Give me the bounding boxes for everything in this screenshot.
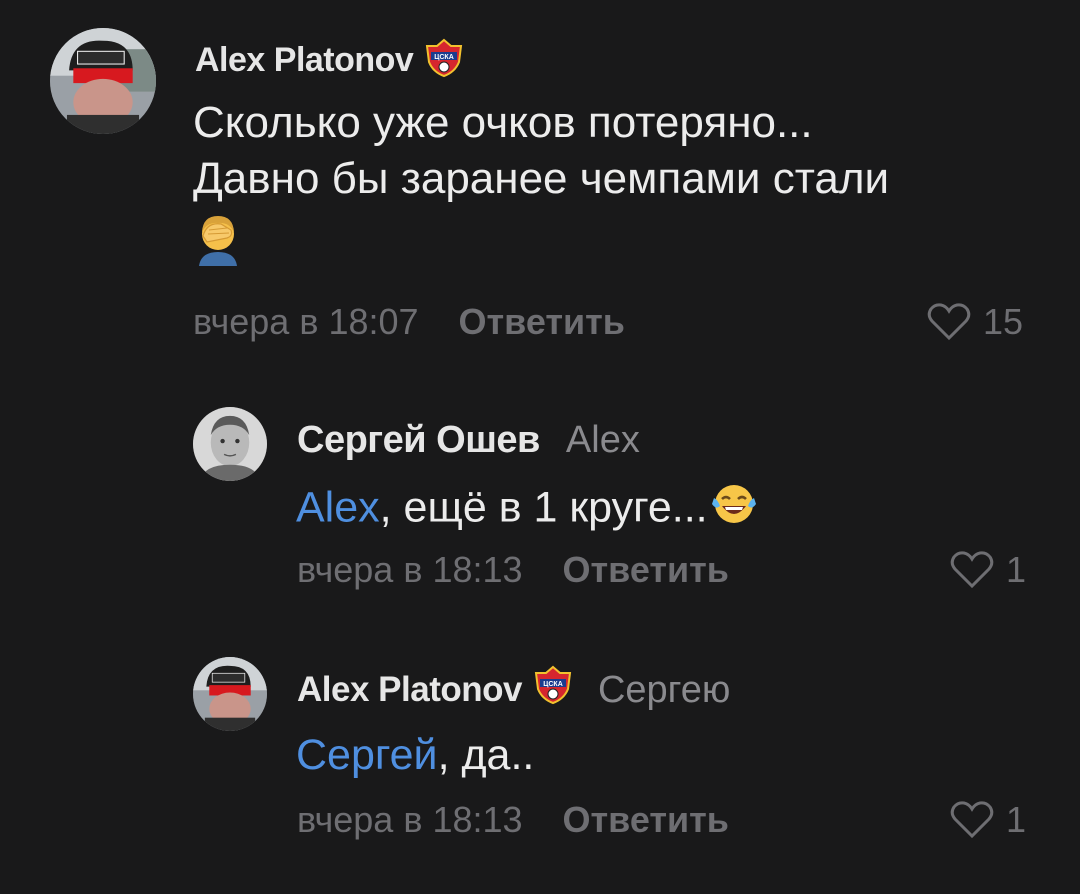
comment-meta: вчера в 18:13 Ответить <box>297 799 729 841</box>
facepalm-emoji-icon <box>193 212 243 279</box>
svg-text:ЦСКА: ЦСКА <box>543 681 563 688</box>
reply-comment: Alex Platonov ЦСКА Сергею Сергей, да.. в… <box>0 650 1080 860</box>
like-button[interactable]: 1 <box>950 799 1027 840</box>
comment-text-line: Сколько уже очков потеряно... <box>193 98 813 147</box>
like-count: 1 <box>1006 549 1027 590</box>
author-name[interactable]: Alex Platonov <box>195 41 414 80</box>
user-avatar-image <box>50 28 156 134</box>
timestamp: вчера в 18:13 <box>297 549 523 590</box>
timestamp: вчера в 18:07 <box>193 301 419 342</box>
user-avatar-image <box>193 657 267 731</box>
author-name[interactable]: Alex Platonov <box>297 670 522 710</box>
svg-text:ЦСКА: ЦСКА <box>435 54 455 61</box>
like-count: 1 <box>1006 799 1027 840</box>
comment-meta: вчера в 18:13 Ответить <box>297 549 729 591</box>
reply-to-name[interactable]: Alex <box>566 419 640 462</box>
comment: Alex Platonov ЦСКА Сколько уже очков пот… <box>0 0 1080 360</box>
reply-to-name[interactable]: Сергею <box>598 669 730 712</box>
comment-meta: вчера в 18:07 Ответить <box>193 301 625 343</box>
avatar[interactable] <box>193 657 267 731</box>
reply-comment: Сергей Ошев Alex Alex, ещё в 1 круге... … <box>0 400 1080 610</box>
like-button[interactable]: 1 <box>950 549 1027 590</box>
tears-of-joy-emoji-icon <box>710 482 758 539</box>
reply-button[interactable]: Ответить <box>459 301 625 343</box>
comment-header: Сергей Ошев Alex <box>297 418 640 462</box>
cska-badge-icon: ЦСКА <box>425 38 463 83</box>
comment-text-line: Давно бы заранее чемпами стали <box>193 153 890 203</box>
comment-text: Сколько уже очков потеряно... Давно бы з… <box>193 97 889 278</box>
heart-icon <box>927 303 971 341</box>
like-count: 15 <box>983 301 1024 342</box>
author-name[interactable]: Сергей Ошев <box>297 419 540 462</box>
avatar[interactable] <box>50 28 156 134</box>
comment-header: Alex Platonov ЦСКА Сергею <box>297 665 730 715</box>
reply-button[interactable]: Ответить <box>563 799 729 841</box>
mention-link[interactable]: Alex <box>296 484 380 532</box>
user-avatar-image <box>193 407 267 481</box>
comment-header: Alex Platonov ЦСКА <box>195 38 463 82</box>
comment-text: Alex, ещё в 1 круге... <box>296 482 758 539</box>
like-button[interactable]: 15 <box>927 301 1024 342</box>
timestamp: вчера в 18:13 <box>297 799 523 840</box>
cska-badge-icon: ЦСКА <box>534 665 572 715</box>
avatar[interactable] <box>193 407 267 481</box>
mention-link[interactable]: Сергей <box>296 731 438 779</box>
comment-text: Сергей, да.. <box>296 730 534 782</box>
heart-icon <box>950 801 994 839</box>
heart-icon <box>950 551 994 589</box>
comment-text-body: , да.. <box>437 731 535 779</box>
comment-text-body: , ещё в 1 круге... <box>379 483 708 532</box>
reply-button[interactable]: Ответить <box>563 549 729 591</box>
